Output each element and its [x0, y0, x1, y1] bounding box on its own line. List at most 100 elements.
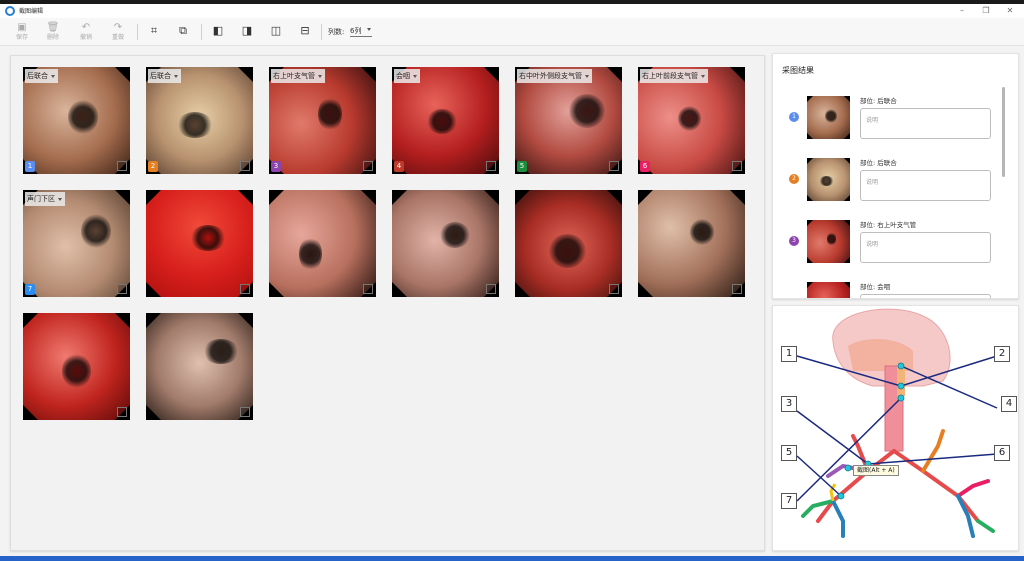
minimize-button[interactable]: –: [952, 4, 972, 18]
app-logo-icon: [5, 6, 15, 16]
gallery-thumbnail[interactable]: 后联合 1: [23, 67, 130, 174]
result-location: 部位: 后联合: [860, 159, 897, 167]
select-checkbox[interactable]: [117, 161, 127, 171]
location-tag-select[interactable]: 后联合: [148, 69, 181, 83]
undo-label: 撤销: [79, 34, 92, 41]
image-number-badge: 5: [517, 161, 527, 172]
image-number-badge: 2: [148, 161, 158, 172]
toolbar-divider: [137, 24, 138, 40]
select-checkbox[interactable]: [240, 407, 250, 417]
crop-icon[interactable]: ⌗: [146, 23, 162, 39]
columns-label: 列数:: [328, 28, 345, 36]
chevron-down-icon: [318, 75, 322, 78]
airway-lumen: [298, 237, 323, 272]
toolbar: ▣ 保存 🗑 删除 ↶ 撤销 ↷ 重做 ⌗ ⧉ ◧ ◨ ◫ ⊟ 列数: 6列: [0, 18, 1024, 46]
location-tag-select[interactable]: 右上叶支气管: [271, 69, 325, 83]
image-number-badge: 7: [25, 284, 35, 295]
delete-button[interactable]: 🗑 删除: [41, 21, 65, 42]
gallery-thumbnail[interactable]: [515, 190, 622, 297]
gallery-thumbnail[interactable]: [23, 313, 130, 420]
diagram-label-3[interactable]: 3: [781, 396, 797, 412]
copy-icon[interactable]: ⧉: [175, 23, 191, 39]
location-tag-text: 后联合: [150, 72, 171, 80]
airway-lumen: [189, 225, 227, 251]
select-checkbox[interactable]: [486, 161, 496, 171]
result-item: 1 部位: 后联合 说明: [773, 87, 1003, 145]
gallery-thumbnail[interactable]: 声门下区 7: [23, 190, 130, 297]
diagram-label-5[interactable]: 5: [781, 445, 797, 461]
result-note-input[interactable]: 说明: [860, 232, 991, 263]
results-scrollbar[interactable]: [1002, 87, 1005, 177]
select-checkbox[interactable]: [609, 161, 619, 171]
bronchus-branch: [956, 494, 975, 538]
rotate-left-icon[interactable]: ◧: [210, 23, 226, 39]
gallery-thumbnail[interactable]: 后联合 2: [146, 67, 253, 174]
result-location: 部位: 会咽: [860, 283, 891, 291]
select-checkbox[interactable]: [609, 284, 619, 294]
undo-button[interactable]: ↶ 撤销: [74, 21, 98, 42]
gallery-thumbnail[interactable]: 右上叶支气管 3: [269, 67, 376, 174]
airway-lumen: [427, 108, 458, 135]
gallery-thumbnail[interactable]: [638, 190, 745, 297]
result-thumbnail[interactable]: [807, 158, 850, 201]
location-tag-select[interactable]: 会咽: [394, 69, 420, 83]
maximize-button[interactable]: ❐: [976, 4, 996, 18]
diagram-label-4[interactable]: 4: [1001, 396, 1017, 412]
select-checkbox[interactable]: [363, 161, 373, 171]
chevron-down-icon: [174, 75, 178, 78]
location-tag-select[interactable]: 后联合: [25, 69, 58, 83]
location-tag-select[interactable]: 声门下区: [25, 192, 65, 206]
location-marker: [897, 362, 905, 370]
airway-lumen: [677, 105, 702, 132]
save-button[interactable]: ▣ 保存: [10, 21, 34, 42]
gallery-thumbnail[interactable]: [392, 190, 499, 297]
redo-icon: ↷: [113, 22, 123, 33]
result-note-input[interactable]: 说明: [860, 294, 991, 298]
gallery-thumbnail[interactable]: 右上叶前段支气管 6: [638, 67, 745, 174]
image-number-badge: 6: [640, 161, 650, 172]
result-note-input[interactable]: 说明: [860, 108, 991, 139]
select-checkbox[interactable]: [486, 284, 496, 294]
diagram-label-7[interactable]: 7: [781, 493, 797, 509]
close-button[interactable]: ✕: [1000, 4, 1020, 18]
endoscopy-image: [392, 67, 499, 174]
location-tag-select[interactable]: 右中叶外侧段支气管: [517, 69, 592, 83]
result-thumbnail[interactable]: [807, 96, 850, 139]
redo-button[interactable]: ↷ 重做: [106, 21, 130, 42]
select-checkbox[interactable]: [240, 161, 250, 171]
gallery-thumbnail[interactable]: [146, 190, 253, 297]
gallery-thumbnail[interactable]: 会咽 4: [392, 67, 499, 174]
airway-lumen: [819, 176, 835, 187]
chevron-down-icon: [51, 75, 55, 78]
endoscopy-image: [392, 190, 499, 297]
flip-horizontal-icon[interactable]: ◫: [268, 23, 284, 39]
result-thumbnail[interactable]: [807, 282, 850, 298]
select-checkbox[interactable]: [240, 284, 250, 294]
diagram-label-2[interactable]: 2: [994, 346, 1010, 362]
endoscopy-image: [146, 313, 253, 420]
delete-label: 删除: [46, 34, 59, 41]
select-checkbox[interactable]: [732, 284, 742, 294]
select-checkbox[interactable]: [732, 161, 742, 171]
gallery-thumbnail[interactable]: [269, 190, 376, 297]
pointer-line: [796, 455, 842, 497]
flip-vertical-icon[interactable]: ⊟: [297, 23, 313, 39]
endoscopy-image: [807, 158, 850, 201]
gallery-thumbnail[interactable]: 右中叶外侧段支气管 5: [515, 67, 622, 174]
diagram-label-1[interactable]: 1: [781, 346, 797, 362]
result-number-badge: 2: [789, 174, 799, 184]
gallery-thumbnail[interactable]: [146, 313, 253, 420]
diagram-label-6[interactable]: 6: [994, 445, 1010, 461]
redo-label: 重做: [111, 34, 124, 41]
select-checkbox[interactable]: [117, 407, 127, 417]
taskbar-edge: [0, 556, 1024, 561]
select-checkbox[interactable]: [363, 284, 373, 294]
anatomy-diagram-panel: 1 2 3 4 5 6 7 截图(Alt + A): [772, 305, 1019, 551]
result-thumbnail[interactable]: [807, 220, 850, 263]
select-checkbox[interactable]: [117, 284, 127, 294]
location-tag-select[interactable]: 右上叶前段支气管: [640, 69, 708, 83]
results-title: 采图结果: [782, 66, 814, 75]
result-note-input[interactable]: 说明: [860, 170, 991, 201]
columns-select[interactable]: 6列: [350, 25, 372, 37]
rotate-right-icon[interactable]: ◨: [239, 23, 255, 39]
